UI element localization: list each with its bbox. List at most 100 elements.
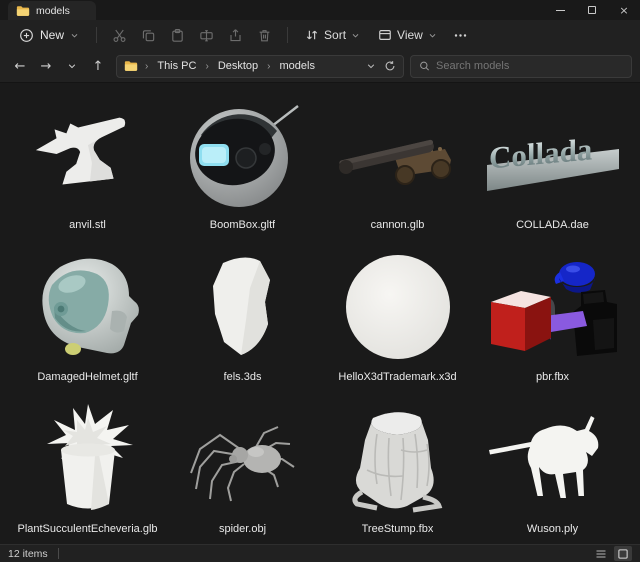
file-name: BoomBox.gltf <box>209 219 276 231</box>
paste-button[interactable] <box>163 23 192 47</box>
large-icons-view-button[interactable] <box>614 546 632 561</box>
chevron-down-icon[interactable] <box>366 61 376 71</box>
breadcrumb-desktop[interactable]: Desktop <box>216 59 260 73</box>
minimize-button[interactable] <box>544 0 576 20</box>
file-item-cannon[interactable]: cannon.glb <box>320 87 475 239</box>
thumbnail-spider <box>173 400 313 518</box>
cut-button[interactable] <box>105 23 134 47</box>
large-icons-view-icon <box>618 548 628 559</box>
minimize-icon <box>555 9 565 11</box>
tab-bar: models × <box>0 0 640 20</box>
close-icon: × <box>619 3 629 17</box>
file-item-fels[interactable]: fels.3ds <box>165 239 320 391</box>
search-box[interactable] <box>410 54 632 78</box>
breadcrumb-separator: › <box>205 60 209 72</box>
up-icon: ↑ <box>92 58 104 74</box>
more-ellipsis-icon <box>454 33 467 37</box>
forward-icon: → <box>40 58 52 74</box>
folder-icon <box>16 5 30 16</box>
search-icon <box>420 61 429 71</box>
thumbnail-hellox3d-sphere <box>328 248 468 366</box>
tab-models[interactable]: models <box>8 1 96 20</box>
chevron-down-icon <box>71 33 78 38</box>
search-input[interactable] <box>436 60 623 72</box>
file-name: Wuson.ply <box>526 523 579 535</box>
file-item-hellox3d[interactable]: HelloX3dTrademark.x3d <box>320 239 475 391</box>
up-button[interactable]: ↑ <box>86 54 110 78</box>
chevron-down-icon <box>352 33 359 38</box>
window-controls: × <box>544 0 640 20</box>
file-item-treestump[interactable]: TreeStump.fbx <box>320 391 475 543</box>
file-name: DamagedHelmet.gltf <box>37 371 138 383</box>
chevron-down-icon <box>429 33 436 38</box>
close-button[interactable]: × <box>608 0 640 20</box>
file-name: COLLADA.dae <box>516 219 589 231</box>
file-name: spider.obj <box>218 523 267 535</box>
file-name: cannon.glb <box>370 219 425 231</box>
address-bar: ← → ↑ › This PC › Desktop › models <box>0 50 640 82</box>
file-item-boombox[interactable]: BoomBox.gltf <box>165 87 320 239</box>
thumbnail-damagedhelmet <box>18 248 158 366</box>
thumbnail-fels <box>173 248 313 366</box>
back-icon: ← <box>14 58 26 74</box>
toolbar-separator <box>287 27 289 43</box>
forward-button[interactable]: → <box>34 54 58 78</box>
breadcrumb-models[interactable]: models <box>278 59 317 73</box>
file-item-damagedhelmet[interactable]: DamagedHelmet.gltf <box>10 239 165 391</box>
thumbnail-plantsucculent <box>18 400 158 518</box>
refresh-icon[interactable] <box>384 60 396 72</box>
rename-icon <box>200 29 213 41</box>
new-button[interactable]: New <box>10 23 88 47</box>
delete-button[interactable] <box>250 23 279 47</box>
file-item-anvil[interactable]: anvil.stl <box>10 87 165 239</box>
thumbnail-wuson-bull <box>483 400 623 518</box>
file-name: HelloX3dTrademark.x3d <box>338 371 457 383</box>
thumbnail-cannon <box>328 96 468 214</box>
thumbnail-anvil <box>18 96 158 214</box>
file-grid: anvil.stl BoomBox.gltf cannon.glb Collad… <box>0 82 640 544</box>
thumbnail-pbr <box>483 248 623 366</box>
thumbnail-collada: Collada <box>483 96 623 214</box>
chevron-down-icon <box>68 64 76 69</box>
cut-icon <box>113 29 126 42</box>
status-bar: 12 items <box>0 544 640 562</box>
new-plus-icon <box>20 28 33 42</box>
breadcrumb-this-pc[interactable]: This PC <box>155 59 198 73</box>
paste-icon <box>172 28 183 42</box>
command-toolbar: New Sort View <box>0 20 640 50</box>
items-count: 12 items <box>8 547 48 560</box>
file-item-wuson[interactable]: Wuson.ply <box>475 391 630 543</box>
thumbnail-boombox <box>173 96 313 214</box>
file-explorer-window: models × New Sort View ← → ↑ › This PC ›… <box>0 0 640 562</box>
details-view-icon <box>596 549 606 558</box>
view-button[interactable]: View <box>369 23 446 47</box>
breadcrumb-separator: › <box>267 60 271 72</box>
file-item-collada[interactable]: Collada COLLADA.dae <box>475 87 630 239</box>
thumbnail-treestump <box>328 400 468 518</box>
folder-icon <box>124 61 138 71</box>
file-name: PlantSucculentEcheveria.glb <box>17 523 158 535</box>
delete-icon <box>259 29 270 41</box>
share-button[interactable] <box>221 23 250 47</box>
file-name: fels.3ds <box>223 371 262 383</box>
toolbar-separator <box>96 27 98 43</box>
file-item-pbr[interactable]: pbr.fbx <box>475 239 630 391</box>
file-item-spider[interactable]: spider.obj <box>165 391 320 543</box>
file-name: pbr.fbx <box>535 371 570 383</box>
rename-button[interactable] <box>192 23 221 47</box>
tab-title: models <box>36 4 70 17</box>
view-icon <box>379 30 391 40</box>
address-input[interactable]: › This PC › Desktop › models <box>116 54 404 78</box>
copy-button[interactable] <box>134 23 163 47</box>
maximize-button[interactable] <box>576 0 608 20</box>
file-item-plantsucculent[interactable]: PlantSucculentEcheveria.glb <box>10 391 165 543</box>
details-view-button[interactable] <box>592 546 610 561</box>
file-name: anvil.stl <box>69 219 106 231</box>
recent-locations-button[interactable] <box>60 54 84 78</box>
view-button-label: View <box>397 28 423 42</box>
breadcrumb-separator: › <box>145 60 149 72</box>
see-more-button[interactable] <box>446 23 475 47</box>
back-button[interactable]: ← <box>8 54 32 78</box>
copy-icon <box>142 29 155 41</box>
sort-button[interactable]: Sort <box>296 23 369 47</box>
